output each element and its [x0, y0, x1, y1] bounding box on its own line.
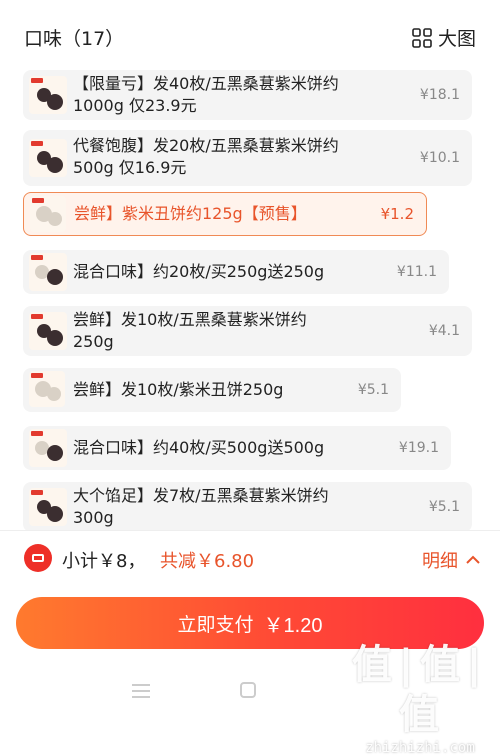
- flavor-option-price: ¥5.1: [357, 382, 389, 398]
- large-image-label: 大图: [437, 28, 476, 50]
- pay-now-label: 立即支付: [177, 614, 254, 636]
- flavor-option[interactable]: 【限量亏】发40枚/五黑桑葚紫米饼约 1000g 仅23.9元 ¥18.1: [23, 70, 472, 120]
- flavor-option[interactable]: 混合口味】约20枚/买250g送250g ¥11.1: [23, 250, 449, 294]
- flavor-option-price: ¥4.1: [428, 323, 460, 339]
- flavor-option-name: 代餐饱腹】发20枚/五黑桑葚紫米饼约 500g 仅16.9元: [73, 136, 339, 177]
- site-watermark: 值|值|值 zhizhizhi.com: [350, 640, 490, 756]
- coupon-icon: [24, 544, 52, 572]
- flavor-option-name: 【限量亏】发40枚/五黑桑葚紫米饼约 1000g 仅23.9元: [73, 74, 339, 115]
- chevron-up-icon: [466, 555, 480, 564]
- flavor-option-name: 尝鲜】发10枚/五黑桑葚紫米饼约 250g: [73, 310, 307, 351]
- flavor-option-name: 混合口味】约20枚/买250g送250g: [73, 262, 325, 281]
- product-thumbnail: [29, 312, 67, 350]
- subtotal-text: 小计￥8，: [62, 551, 146, 572]
- menu-icon[interactable]: [132, 684, 150, 698]
- product-thumbnail: [29, 253, 67, 291]
- flavor-option[interactable]: 混合口味】约40枚/买500g送500g ¥19.1: [23, 426, 451, 470]
- grid-icon: [412, 27, 432, 48]
- product-thumbnail: [30, 196, 66, 232]
- flavor-option-price: ¥18.1: [419, 87, 460, 103]
- order-summary: 小计￥8， 共减￥6.80 明细: [0, 532, 500, 586]
- flavor-option-price: ¥19.1: [398, 440, 439, 456]
- section-divider: [0, 530, 500, 531]
- watermark-logo: 值|值|值: [351, 642, 489, 738]
- product-thumbnail: [29, 76, 67, 114]
- flavor-option-price: ¥11.1: [396, 264, 437, 280]
- flavor-option[interactable]: 尝鲜】发10枚/紫米丑饼250g ¥5.1: [23, 368, 401, 412]
- flavor-option-name: 尝鲜】紫米丑饼约125g【预售】: [74, 204, 307, 223]
- product-thumbnail: [29, 429, 67, 467]
- flavor-option[interactable]: 大个馅足】发7枚/五黑桑葚紫米饼约 300g ¥5.1: [23, 482, 472, 530]
- large-image-toggle[interactable]: 大图: [412, 24, 476, 51]
- discount-text: 共减￥6.80: [160, 551, 255, 572]
- product-thumbnail: [29, 371, 65, 407]
- pay-amount: ￥1.20: [263, 614, 323, 637]
- flavor-option-name: 大个馅足】发7枚/五黑桑葚紫米饼约 300g: [73, 486, 329, 527]
- flavor-option-selected[interactable]: 尝鲜】紫米丑饼约125g【预售】 ¥1.2: [23, 192, 427, 236]
- product-thumbnail: [29, 488, 67, 526]
- flavor-option-price: ¥10.1: [419, 150, 460, 166]
- product-thumbnail: [29, 139, 67, 177]
- flavor-count-title: 口味（17）: [24, 28, 125, 50]
- watermark-site: zhizhizhi.com: [365, 740, 475, 756]
- flavor-option-price: ¥1.2: [380, 205, 414, 223]
- flavor-option-list: 【限量亏】发40枚/五黑桑葚紫米饼约 1000g 仅23.9元 ¥18.1 代餐饱…: [0, 66, 500, 530]
- home-icon[interactable]: [240, 682, 256, 698]
- details-toggle[interactable]: 明细: [422, 547, 480, 573]
- sku-header: 口味（17） 大图: [0, 0, 500, 66]
- flavor-option-price: ¥5.1: [428, 499, 460, 515]
- flavor-option-name: 混合口味】约40枚/买500g送500g: [73, 438, 325, 457]
- flavor-option[interactable]: 代餐饱腹】发20枚/五黑桑葚紫米饼约 500g 仅16.9元 ¥10.1: [23, 130, 472, 186]
- flavor-option[interactable]: 尝鲜】发10枚/五黑桑葚紫米饼约 250g ¥4.1: [23, 306, 472, 356]
- details-label: 明细: [422, 551, 458, 572]
- flavor-option-name: 尝鲜】发10枚/紫米丑饼250g: [73, 380, 284, 399]
